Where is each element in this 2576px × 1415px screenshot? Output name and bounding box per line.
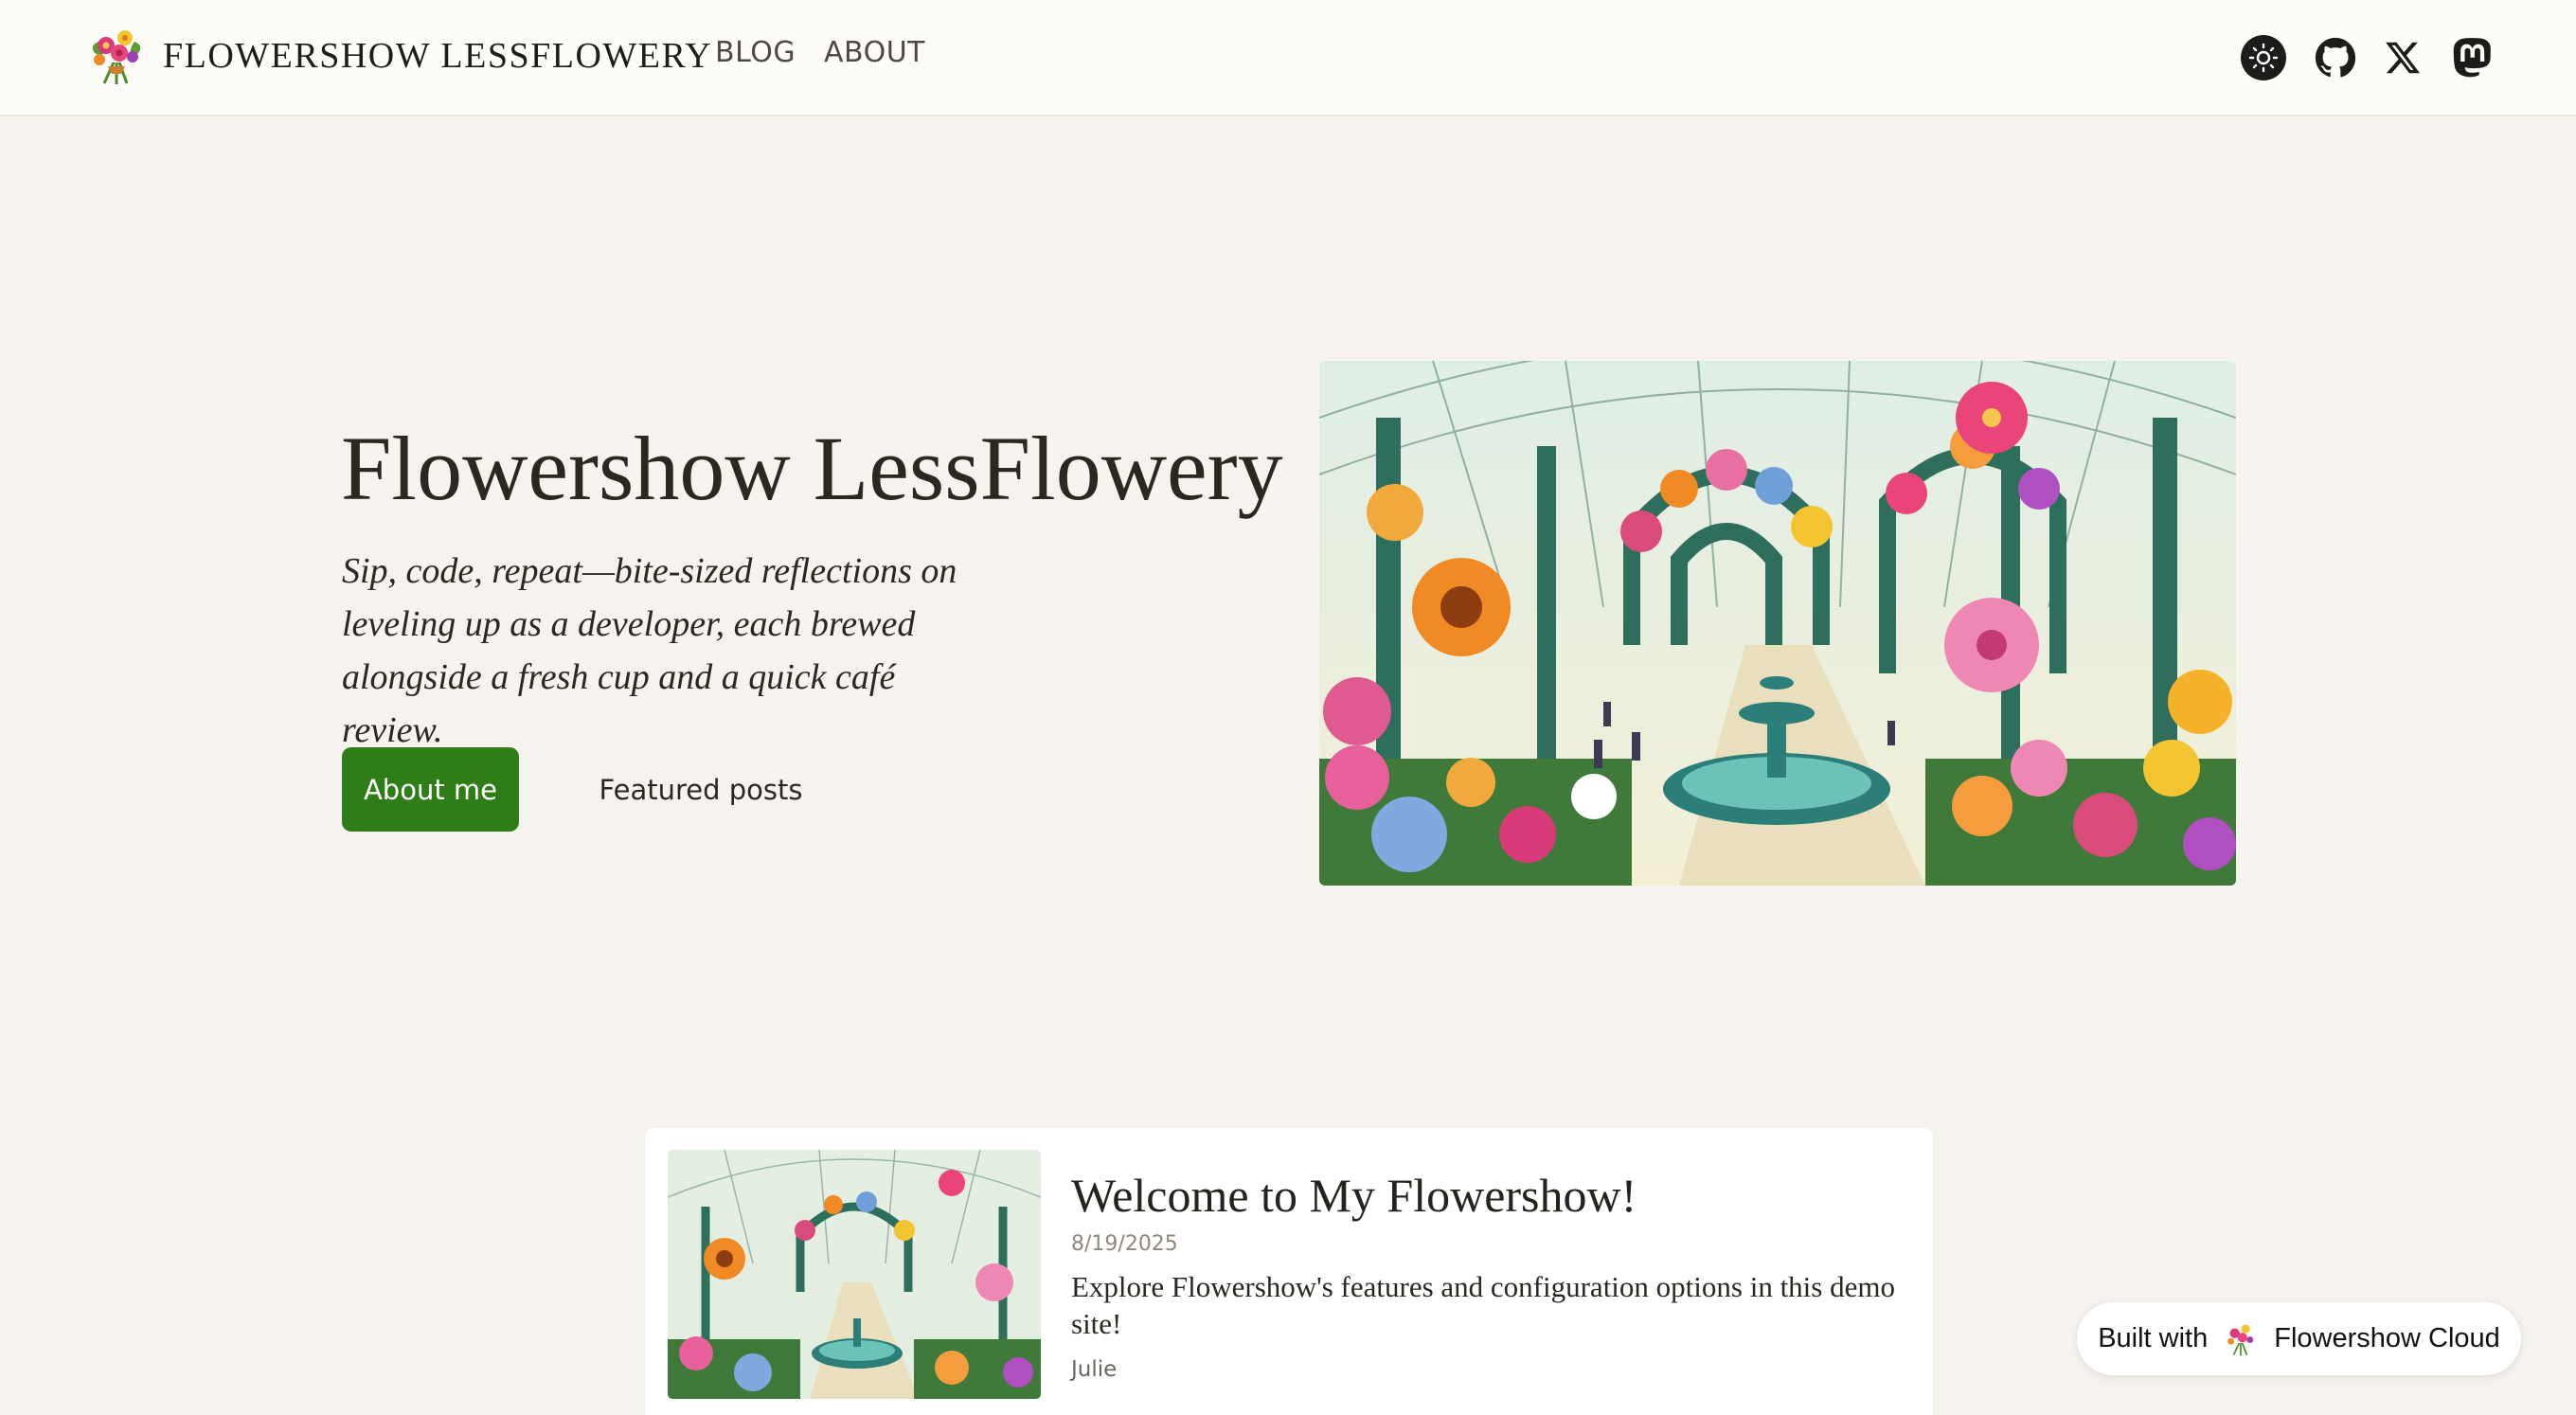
sun-icon — [2241, 35, 2286, 81]
site-name: FLOWERSHOW LESSFLOWERY — [163, 36, 713, 76]
post-author: Julie — [1071, 1357, 1118, 1382]
nav-link-blog[interactable]: BLOG — [715, 36, 796, 69]
hero-garden-image — [1319, 361, 2236, 886]
mastodon-link[interactable] — [2448, 34, 2496, 81]
nav-link-about[interactable]: ABOUT — [824, 36, 925, 69]
built-with-name: Flowershow Cloud — [2274, 1323, 2500, 1353]
featured-posts-button[interactable]: Featured posts — [587, 747, 814, 832]
post-card[interactable]: Welcome to My Flowershow! 8/19/2025 Expl… — [645, 1128, 1933, 1415]
built-with-label: Built with — [2098, 1323, 2209, 1353]
x-link[interactable] — [2379, 34, 2426, 81]
post-thumbnail-image — [668, 1150, 1041, 1399]
theme-toggle-button[interactable] — [2240, 34, 2287, 81]
post-date: 8/19/2025 — [1071, 1232, 1178, 1256]
post-description: Explore Flowershow's features and config… — [1071, 1270, 1895, 1340]
built-with-badge[interactable]: Built with Flowershow Cloud — [2077, 1302, 2521, 1375]
x-icon — [2386, 42, 2421, 74]
site-brand-link[interactable]: FLOWERSHOW LESSFLOWERY — [85, 25, 712, 87]
hero-subtitle: Sip, code, repeat—bite-sized reflections… — [342, 551, 957, 750]
site-header: FLOWERSHOW LESSFLOWERY BLOG ABOUT — [0, 0, 2576, 116]
mastodon-icon — [2453, 38, 2491, 78]
flower-bouquet-icon — [2227, 1323, 2254, 1355]
github-link[interactable] — [2312, 34, 2359, 81]
hero-title: Flowershow LessFlowery — [341, 418, 1283, 519]
post-title[interactable]: Welcome to My Flowershow! — [1071, 1166, 1637, 1225]
github-icon — [2315, 37, 2356, 78]
flower-bouquet-logo-icon — [92, 30, 141, 84]
about-me-button[interactable]: About me — [342, 747, 519, 832]
